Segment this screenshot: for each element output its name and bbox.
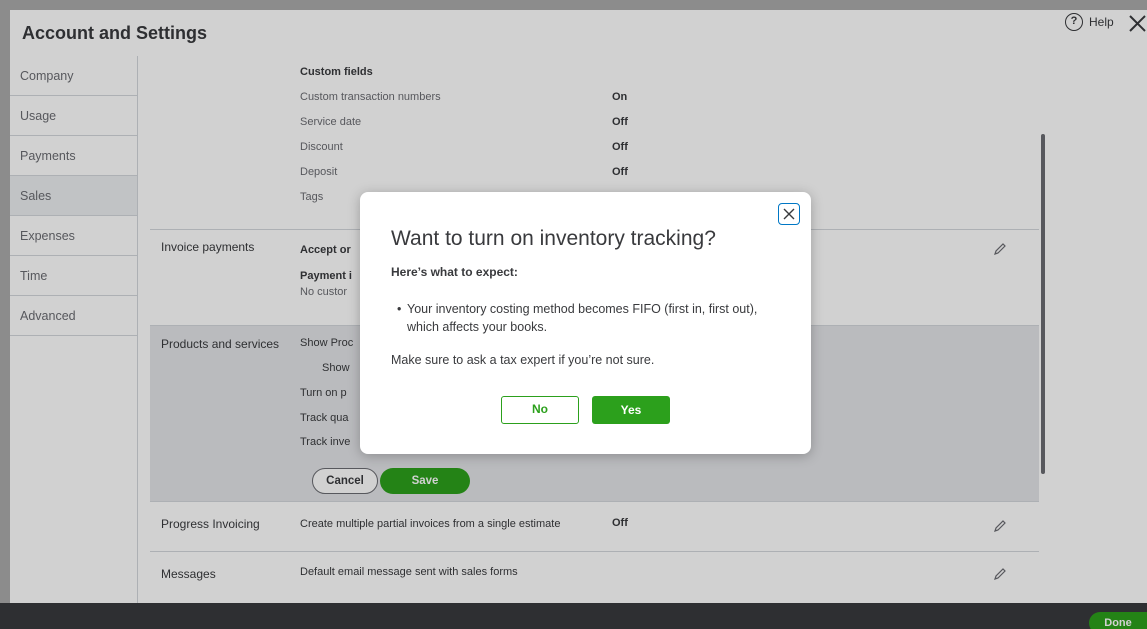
- dialog-bullet-line2: which affects your books.: [407, 320, 548, 334]
- dialog-close-icon: [783, 208, 795, 220]
- dialog-bullet-text: Your inventory costing method becomes FI…: [407, 300, 757, 336]
- inventory-tracking-dialog: Want to turn on inventory tracking? Here…: [360, 192, 811, 454]
- yes-button[interactable]: Yes: [592, 396, 670, 424]
- no-button[interactable]: No: [501, 396, 579, 424]
- bullet-dot-icon: •: [397, 302, 402, 316]
- dialog-close-button[interactable]: [778, 203, 800, 225]
- dialog-note: Make sure to ask a tax expert if you’re …: [391, 353, 655, 367]
- dialog-title: Want to turn on inventory tracking?: [391, 227, 716, 250]
- dialog-subtitle: Here’s what to expect:: [391, 265, 518, 279]
- dialog-bullet-line1: Your inventory costing method becomes FI…: [407, 302, 758, 316]
- dialog-bullet: • Your inventory costing method becomes …: [397, 300, 797, 336]
